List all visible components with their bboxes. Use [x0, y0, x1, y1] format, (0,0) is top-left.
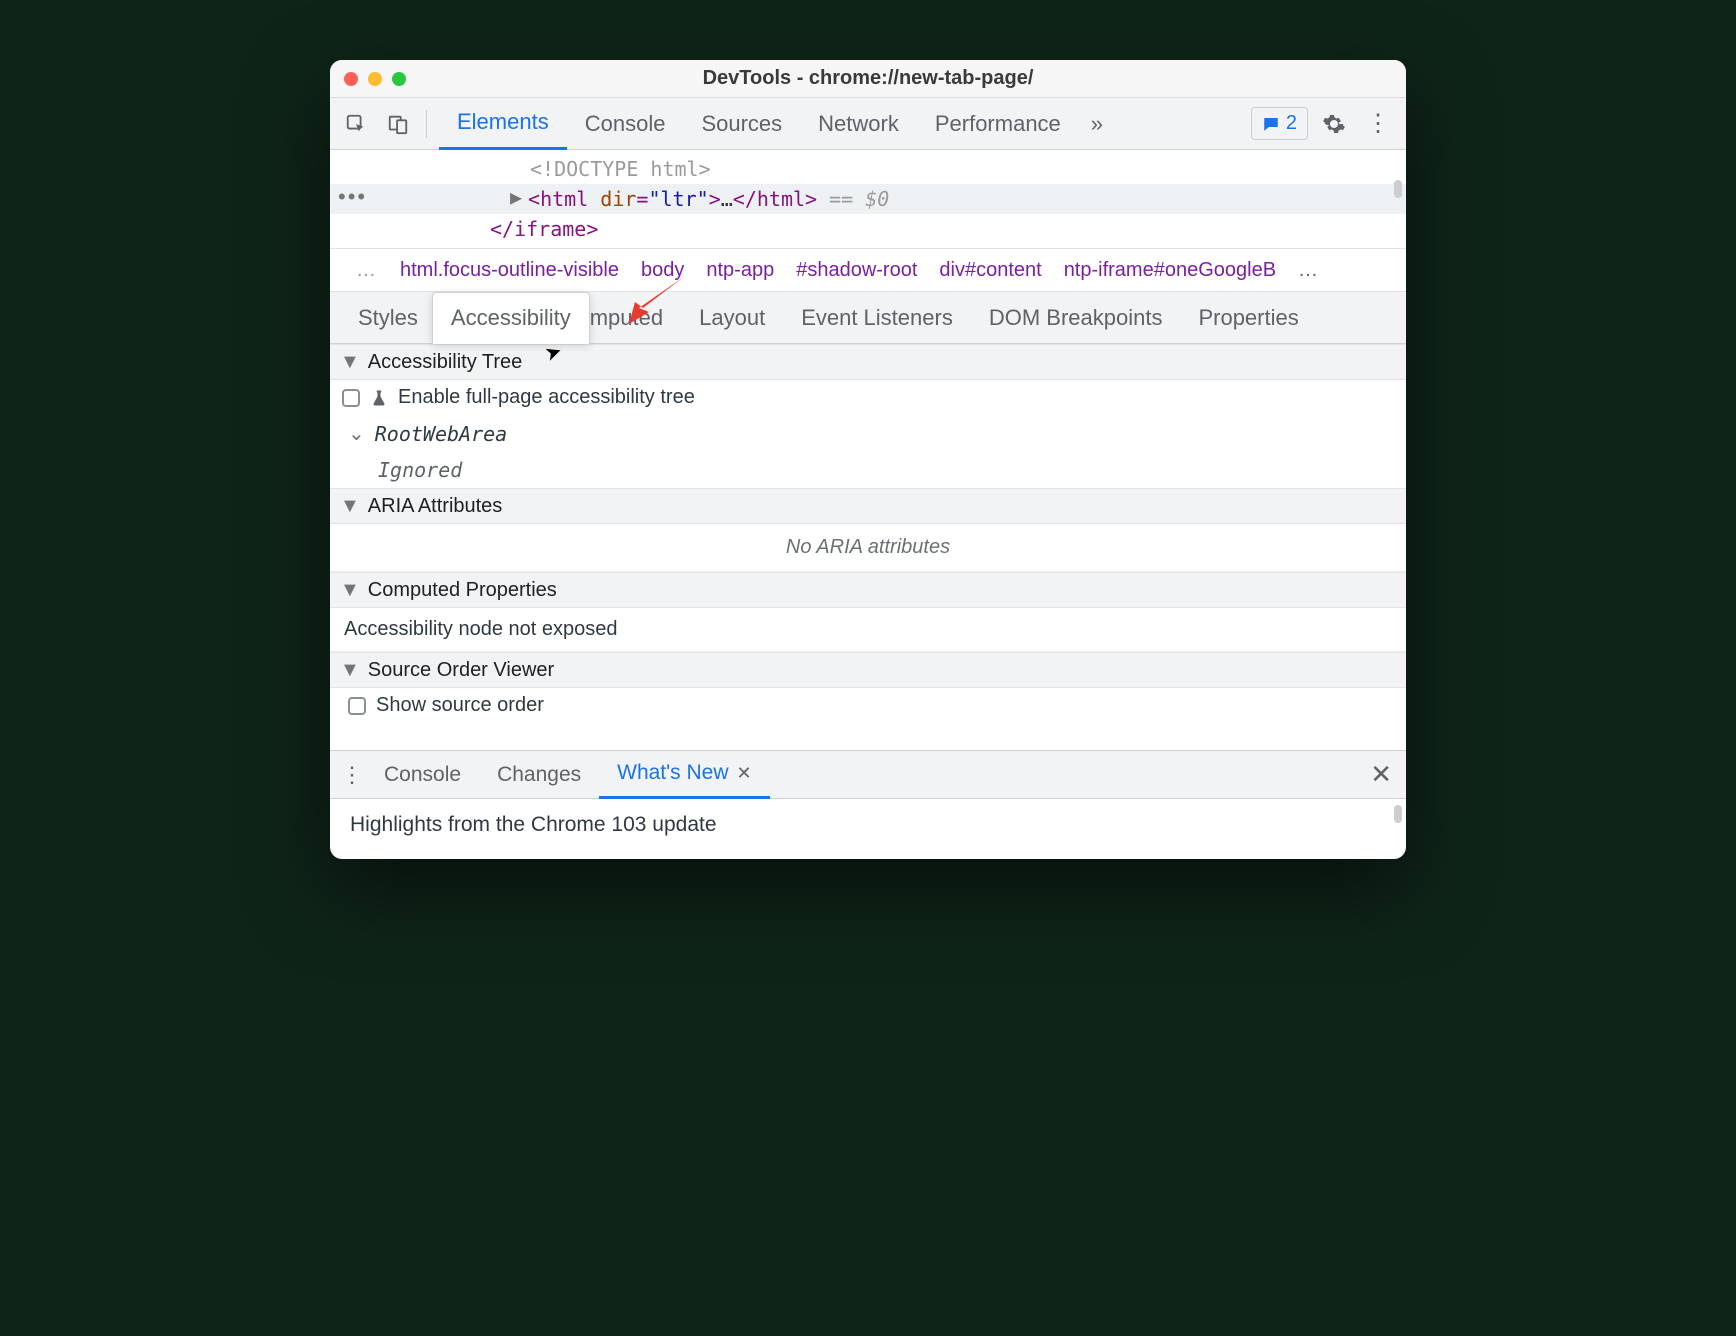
- drawer-more-icon[interactable]: ⋮: [338, 762, 366, 788]
- show-source-order-label: Show source order: [376, 694, 544, 717]
- drawer-body: Highlights from the Chrome 103 update: [330, 799, 1406, 859]
- drawer-tab-label: What's New: [617, 761, 728, 785]
- drawer-tab-whats-new[interactable]: What's New ✕: [599, 751, 769, 799]
- drawer-tabs: ⋮ Console Changes What's New ✕ ✕: [330, 751, 1406, 799]
- breadcrumb-item[interactable]: div#content: [939, 259, 1041, 282]
- drawer-scrollbar[interactable]: [1394, 805, 1402, 823]
- section-aria-attributes[interactable]: ▼ ARIA Attributes: [330, 488, 1406, 524]
- aria-empty-message: No ARIA attributes: [330, 524, 1406, 572]
- tab-properties[interactable]: Properties: [1180, 292, 1316, 344]
- zoom-window-button[interactable]: [392, 72, 406, 86]
- settings-icon[interactable]: [1322, 112, 1350, 136]
- breadcrumb-item[interactable]: html.focus-outline-visible: [400, 259, 619, 282]
- tab-console[interactable]: Console: [567, 98, 684, 150]
- close-drawer-icon[interactable]: ✕: [1370, 759, 1398, 790]
- tab-styles[interactable]: Styles: [340, 292, 436, 344]
- ax-ignored-label: Ignored: [378, 458, 462, 482]
- breadcrumb-item[interactable]: ntp-iframe#oneGoogleB: [1064, 259, 1276, 282]
- toolbar-right: 2 ⋮: [1251, 107, 1400, 140]
- dom-tree-pane: ••• <!DOCTYPE html> ▶<html dir="ltr">…</…: [330, 150, 1406, 248]
- traffic-lights: [330, 72, 406, 86]
- tab-elements[interactable]: Elements: [439, 98, 567, 150]
- expand-triangle-icon[interactable]: ▶: [510, 182, 522, 212]
- disclosure-triangle-icon[interactable]: ▼: [340, 579, 360, 602]
- main-panel-tabs: Elements Console Sources Network Perform…: [439, 98, 1115, 150]
- tab-event-listeners[interactable]: Event Listeners: [783, 292, 971, 344]
- tab-dom-breakpoints[interactable]: DOM Breakpoints: [971, 292, 1181, 344]
- more-tabs-button[interactable]: »: [1079, 111, 1115, 137]
- message-icon: [1262, 115, 1280, 133]
- titlebar: DevTools - chrome://new-tab-page/: [330, 60, 1406, 98]
- dom-line-html[interactable]: ▶<html dir="ltr">…</html> == $0: [330, 184, 1406, 214]
- breadcrumb-item[interactable]: body: [641, 259, 684, 282]
- drawer-tab-console[interactable]: Console: [366, 751, 479, 799]
- experiment-flask-icon: [370, 389, 388, 407]
- disclosure-triangle-icon[interactable]: ▼: [340, 659, 360, 682]
- ax-root-node[interactable]: ⌄ RootWebArea: [330, 415, 1406, 452]
- section-title: Source Order Viewer: [368, 659, 554, 682]
- elements-sidebar-tabs: Styles Accessibility mputed Layout Event…: [330, 292, 1406, 344]
- toolbar-separator: [426, 110, 427, 138]
- vertical-scrollbar[interactable]: [1394, 180, 1402, 198]
- issues-badge[interactable]: 2: [1251, 107, 1308, 140]
- section-accessibility-tree[interactable]: ▼ Accessibility Tree: [330, 344, 1406, 380]
- tab-computed[interactable]: mputed: [586, 292, 681, 344]
- tab-network[interactable]: Network: [800, 98, 917, 150]
- dom-breadcrumb: … html.focus-outline-visible body ntp-ap…: [330, 248, 1406, 292]
- close-tab-icon[interactable]: ✕: [737, 763, 752, 784]
- issues-count: 2: [1286, 112, 1297, 135]
- show-source-order-row[interactable]: Show source order: [330, 688, 1406, 731]
- drawer-tab-changes[interactable]: Changes: [479, 751, 599, 799]
- section-title: Computed Properties: [368, 579, 557, 602]
- whats-new-headline: Highlights from the Chrome 103 update: [350, 813, 717, 836]
- main-toolbar: Elements Console Sources Network Perform…: [330, 98, 1406, 150]
- breadcrumb-trailing-ellipsis[interactable]: …: [1298, 259, 1318, 282]
- dom-line-doctype[interactable]: <!DOCTYPE html>: [330, 154, 1406, 184]
- dom-gutter-ellipsis[interactable]: •••: [338, 184, 367, 210]
- breadcrumb-item[interactable]: #shadow-root: [796, 259, 917, 282]
- dom-line-iframe-close[interactable]: </iframe>: [330, 214, 1406, 244]
- inspect-element-icon[interactable]: [336, 104, 376, 144]
- enable-full-page-tree-label: Enable full-page accessibility tree: [398, 386, 695, 409]
- disclosure-triangle-icon[interactable]: ▼: [340, 351, 360, 374]
- enable-full-page-tree-row[interactable]: Enable full-page accessibility tree: [330, 380, 1406, 415]
- breadcrumb-leading-ellipsis[interactable]: …: [356, 259, 378, 282]
- close-window-button[interactable]: [344, 72, 358, 86]
- more-options-icon[interactable]: ⋮: [1364, 109, 1392, 138]
- tab-performance[interactable]: Performance: [917, 98, 1079, 150]
- section-title: ARIA Attributes: [368, 495, 503, 518]
- dom-lines[interactable]: <!DOCTYPE html> ▶<html dir="ltr">…</html…: [330, 150, 1406, 248]
- checkbox-enable-full-page-tree[interactable]: [342, 389, 360, 407]
- computed-not-exposed-message: Accessibility node not exposed: [330, 608, 1406, 652]
- devtools-window: DevTools - chrome://new-tab-page/ Elemen…: [330, 60, 1406, 859]
- disclosure-triangle-icon[interactable]: ⌄: [348, 421, 365, 446]
- device-toggle-icon[interactable]: [378, 104, 418, 144]
- ax-root-label: RootWebArea: [375, 422, 507, 446]
- minimize-window-button[interactable]: [368, 72, 382, 86]
- section-computed-properties[interactable]: ▼ Computed Properties: [330, 572, 1406, 608]
- section-source-order[interactable]: ▼ Source Order Viewer: [330, 652, 1406, 688]
- ax-ignored-node[interactable]: Ignored: [330, 452, 1406, 488]
- checkbox-show-source-order[interactable]: [348, 697, 366, 715]
- section-title: Accessibility Tree: [368, 351, 523, 374]
- tab-sources[interactable]: Sources: [683, 98, 800, 150]
- disclosure-triangle-icon[interactable]: ▼: [340, 495, 360, 518]
- tab-layout[interactable]: Layout: [681, 292, 783, 344]
- window-title: DevTools - chrome://new-tab-page/: [330, 67, 1406, 90]
- tab-accessibility-dragging[interactable]: Accessibility: [432, 292, 590, 344]
- breadcrumb-item[interactable]: ntp-app: [706, 259, 774, 282]
- drawer-resize-handle[interactable]: [330, 731, 1406, 751]
